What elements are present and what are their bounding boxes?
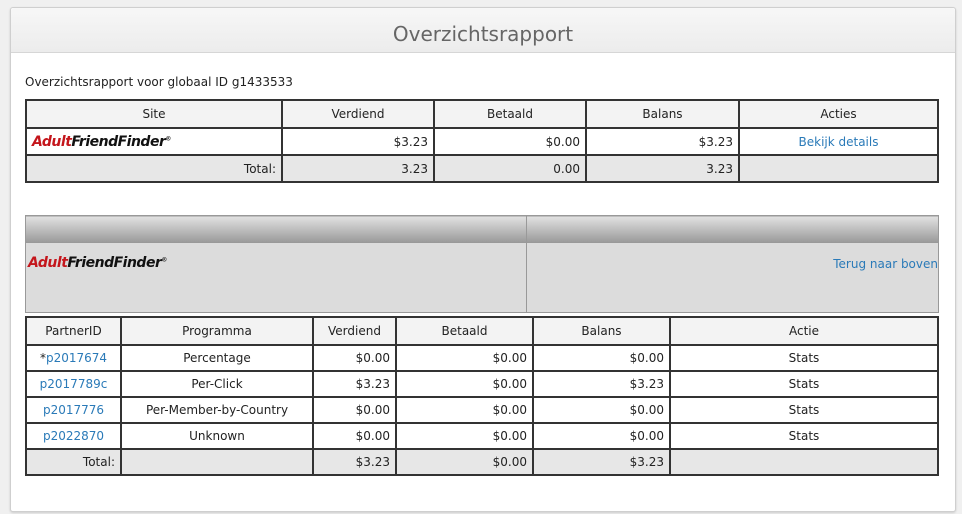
balans-cell: $0.00: [532, 344, 671, 372]
verdiend-cell: $0.00: [312, 396, 397, 424]
report-subtitle: Overzichtsrapport voor globaal ID g14335…: [25, 75, 293, 89]
summary-verdiend: $3.23: [281, 127, 435, 156]
summary-total-betaald: 0.00: [433, 154, 587, 183]
summary-table: Site Verdiend Betaald Balans Acties Adul…: [25, 99, 939, 183]
program-cell: Per-Member-by-Country: [120, 396, 314, 424]
program-cell: Percentage: [120, 344, 314, 372]
table-row: p2022870 Unknown $0.00 $0.00 $0.00 Stats: [25, 422, 939, 450]
stats-cell: Stats: [669, 370, 939, 398]
partner-total-row: Total: $3.23 $0.00 $3.23: [25, 448, 939, 476]
summary-total-label: Total:: [25, 154, 283, 183]
page-title: Overzichtsrapport: [11, 8, 955, 53]
summary-total-verdiend: 3.23: [281, 154, 435, 183]
logo-red-text: Adult: [32, 133, 72, 150]
program-cell: Unknown: [120, 422, 314, 450]
partner-total-betaald: $0.00: [395, 448, 534, 476]
col-verdiend: Verdiend: [281, 99, 435, 129]
detail-logo-black-text: FriendFinder: [67, 255, 162, 271]
partner-total-empty-2: [669, 448, 939, 476]
bar-left: [25, 215, 527, 243]
betaald-cell: $0.00: [395, 344, 534, 372]
betaald-cell: $0.00: [395, 396, 534, 424]
summary-total-row: Total: 3.23 0.00 3.23: [25, 154, 939, 183]
partner-id-link[interactable]: p2017789c: [40, 377, 108, 391]
program-cell: Per-Click: [120, 370, 314, 398]
col-partnerid: PartnerID: [25, 316, 122, 346]
stats-cell: Stats: [669, 344, 939, 372]
site-logo: AdultFriendFinder®: [25, 127, 283, 156]
summary-total-balans: 3.23: [585, 154, 740, 183]
balans-cell: $0.00: [532, 422, 671, 450]
partner-id-cell: p2017789c: [25, 370, 122, 398]
table-row: p2017789c Per-Click $3.23 $0.00 $3.23 St…: [25, 370, 939, 398]
col-betaald: Betaald: [433, 99, 587, 129]
partner-total-label: Total:: [25, 448, 122, 476]
logo-black-text: FriendFinder: [71, 133, 166, 150]
summary-header-row: Site Verdiend Betaald Balans Acties: [25, 99, 939, 129]
summary-row: AdultFriendFinder® $3.23 $0.00 $3.23 Bek…: [25, 127, 939, 156]
verdiend-cell: $0.00: [312, 344, 397, 372]
detail-logo-red-text: Adult: [28, 255, 68, 271]
table-row: p2017776 Per-Member-by-Country $0.00 $0.…: [25, 396, 939, 424]
table-row: *p2017674 Percentage $0.00 $0.00 $0.00 S…: [25, 344, 939, 372]
partner-id-cell: p2017776: [25, 396, 122, 424]
partner-id-link[interactable]: p2017674: [46, 351, 107, 365]
partner-id-link[interactable]: p2022870: [43, 429, 104, 443]
col-programma: Programma: [120, 316, 314, 346]
verdiend-cell: $0.00: [312, 422, 397, 450]
col-detail-betaald: Betaald: [395, 316, 534, 346]
balans-cell: $0.00: [532, 396, 671, 424]
partner-rows: *p2017674 Percentage $0.00 $0.00 $0.00 S…: [25, 344, 939, 476]
col-acties: Acties: [738, 99, 939, 129]
summary-balans: $3.23: [585, 127, 740, 156]
partner-header-row: PartnerID Programma Verdiend Betaald Bal…: [25, 316, 939, 346]
partner-table: PartnerID Programma Verdiend Betaald Bal…: [25, 316, 939, 476]
view-details-cell: Bekijk details: [738, 127, 939, 156]
partner-total-empty: [120, 448, 314, 476]
col-detail-verdiend: Verdiend: [312, 316, 397, 346]
site-detail-block: AdultFriendFinder® Terug naar boven: [25, 215, 939, 313]
col-actie: Actie: [669, 316, 939, 346]
betaald-cell: $0.00: [395, 370, 534, 398]
partner-id-cell: *p2017674: [25, 344, 122, 372]
col-detail-balans: Balans: [532, 316, 671, 346]
partner-total-verdiend: $3.23: [312, 448, 397, 476]
view-details-link[interactable]: Bekijk details: [799, 135, 879, 149]
partner-total-balans: $3.23: [532, 448, 671, 476]
summary-betaald: $0.00: [433, 127, 587, 156]
col-site: Site: [25, 99, 283, 129]
verdiend-cell: $3.23: [312, 370, 397, 398]
summary-total-empty: [738, 154, 939, 183]
site-detail-bar: [25, 215, 939, 243]
stats-cell: Stats: [669, 396, 939, 424]
betaald-cell: $0.00: [395, 422, 534, 450]
stats-cell: Stats: [669, 422, 939, 450]
site-detail-info: AdultFriendFinder® Terug naar boven: [25, 242, 939, 313]
bar-right: [526, 215, 939, 243]
partner-id-link[interactable]: p2017776: [43, 403, 104, 417]
balans-cell: $3.23: [532, 370, 671, 398]
detail-site-logo: AdultFriendFinder®: [25, 242, 527, 313]
back-to-top-link[interactable]: Terug naar boven: [833, 257, 938, 271]
col-balans: Balans: [585, 99, 740, 129]
partner-id-cell: p2022870: [25, 422, 122, 450]
report-panel: Overzichtsrapport Overzichtsrapport voor…: [10, 7, 956, 512]
back-to-top-cell: Terug naar boven: [526, 242, 939, 313]
